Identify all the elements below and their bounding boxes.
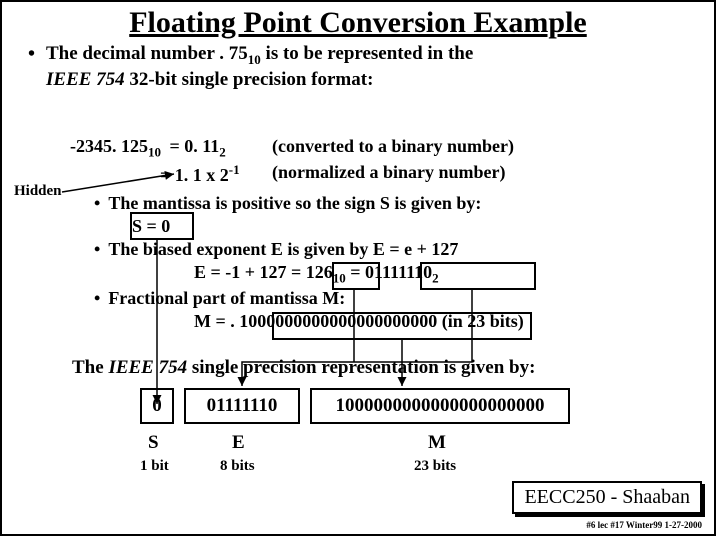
eq2: = 1. 1 x 2 (160, 165, 229, 185)
source-number: -2345. 12510 = 0. 112 (70, 136, 226, 161)
bullet-exp: The biased exponent E is given by E = e … (94, 238, 706, 261)
eq1a: = 0. 11 (170, 136, 220, 156)
enc-mant-box: 1000000000000000000000 (310, 388, 570, 424)
note-normalized: (normalized a binary number) (272, 162, 506, 183)
eq2-sup: -1 (229, 162, 240, 177)
intro-paragraph: The decimal number . 7510 is to be repre… (46, 42, 694, 92)
intro-ieee: IEEE 754 (46, 69, 125, 90)
label-e: E (232, 432, 245, 454)
enc-exp-box: 01111110 (184, 388, 300, 424)
footer-tiny: #6 lec #17 Winter99 1-27-2000 (586, 520, 702, 530)
bits-e: 8 bits (220, 458, 255, 475)
hidden-label: Hidden (14, 183, 62, 200)
highlight-126 (332, 262, 380, 290)
highlight-mantissa (272, 312, 532, 340)
sign-value: S = 0 (132, 215, 706, 238)
intro-sub-1: 10 (248, 52, 261, 67)
label-m: M (428, 432, 446, 454)
final-ieee: IEEE 754 (108, 357, 187, 378)
final-2: single precision representation is given… (187, 357, 535, 378)
bullet-mant: Fractional part of mantissa M: (94, 287, 706, 310)
src-val: -2345. 125 (70, 136, 148, 156)
eq-normalized: = 1. 1 x 2-1 (160, 162, 240, 186)
slide-title: Floating Point Conversion Example (2, 6, 714, 40)
bits-m: 23 bits (414, 458, 456, 475)
label-s: S (148, 432, 159, 454)
course-footer: EECC250 - Shaaban (512, 481, 702, 514)
intro-text-1: The decimal number . 75 (46, 43, 248, 64)
eq1a-sub: 2 (219, 145, 226, 160)
enc-sign-box: 0 (140, 388, 174, 424)
note-converted: (converted to a binary number) (272, 136, 514, 157)
intro-text-3: 32-bit single precision format: (125, 69, 374, 90)
final-1: The (72, 357, 108, 378)
exp-calc-text: E = -1 + 127 = 126 (194, 262, 333, 282)
final-line: The IEEE 754 single precision representa… (72, 357, 535, 379)
src-sub: 10 (148, 145, 161, 160)
highlight-exp-bin (420, 262, 536, 290)
bits-s: 1 bit (140, 458, 169, 475)
intro-text-2: is to be represented in the (261, 43, 474, 64)
slide: Floating Point Conversion Example The de… (0, 0, 716, 536)
highlight-sign (130, 212, 194, 240)
